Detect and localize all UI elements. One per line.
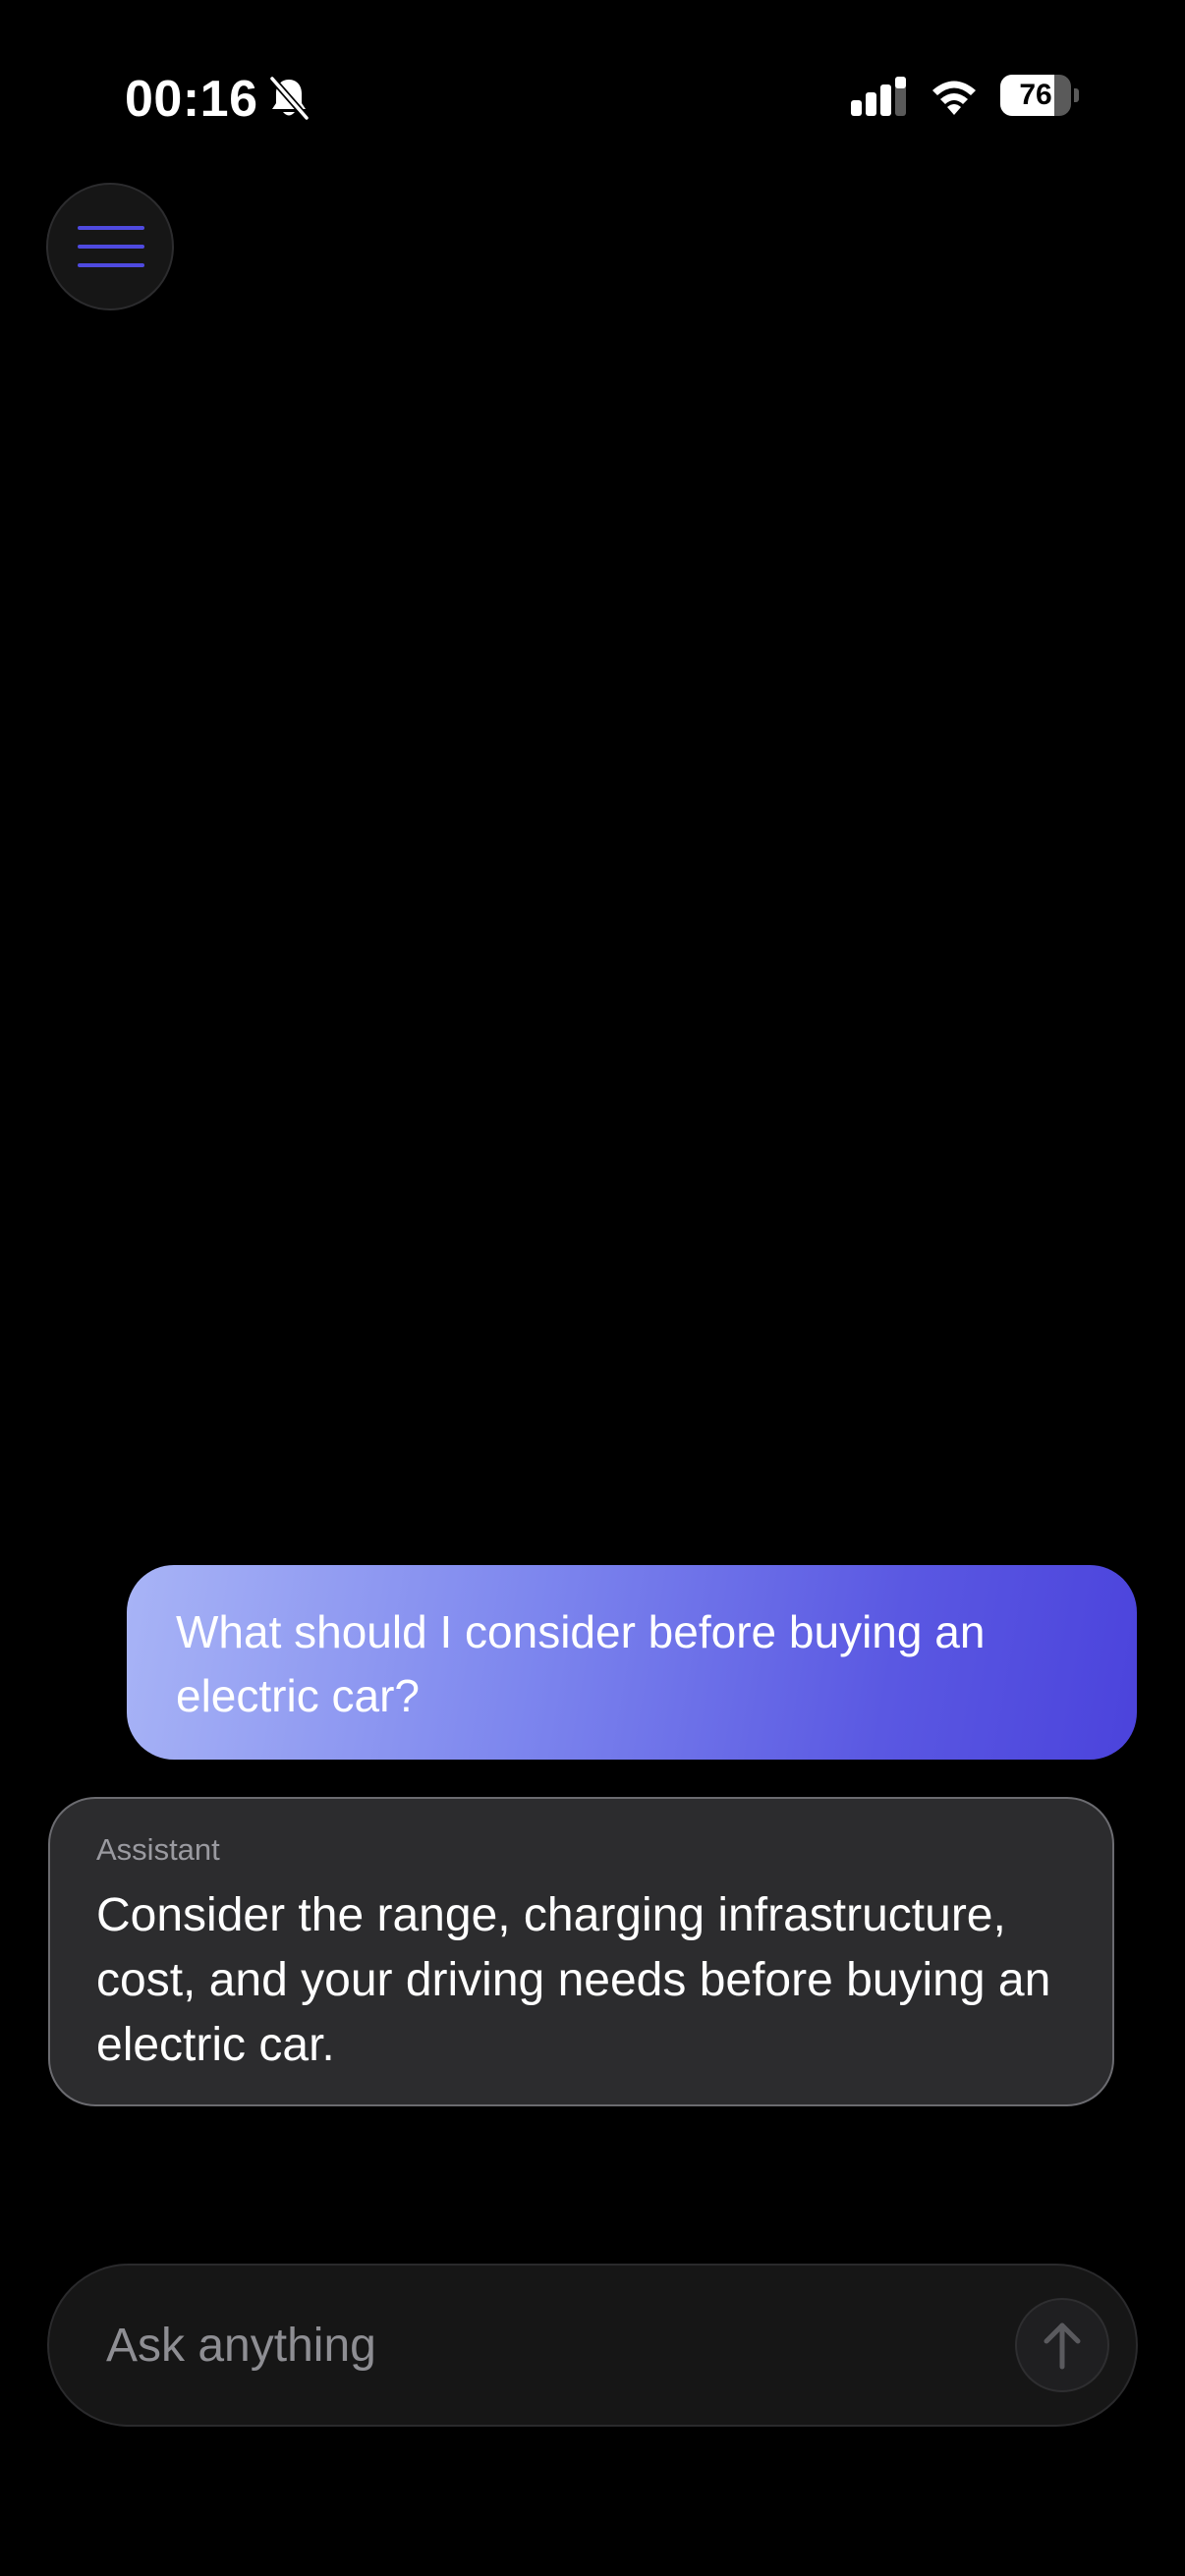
battery-cap	[1074, 88, 1079, 102]
wifi-icon	[932, 81, 976, 115]
composer-bar	[47, 2264, 1138, 2427]
assistant-message-bubble: Assistant Consider the range, charging i…	[48, 1797, 1114, 2106]
assistant-message-text: Consider the range, charging infrastruct…	[96, 1889, 1051, 2071]
battery-icon: 76	[1000, 75, 1079, 116]
status-bar: 00:16 76	[0, 0, 1185, 187]
message-input[interactable]	[106, 2266, 990, 2425]
user-message-bubble: What should I consider before buying an …	[127, 1565, 1137, 1760]
send-button[interactable]	[1015, 2298, 1109, 2392]
chat-screen: 00:16 76 What should I consider before b…	[0, 0, 1185, 2576]
menu-button[interactable]	[46, 183, 174, 310]
hamburger-menu-icon	[78, 226, 144, 267]
battery-body: 76	[1000, 75, 1071, 116]
battery-percent: 76	[1019, 79, 1052, 111]
bell-slash-icon	[268, 76, 310, 121]
arrow-up-icon	[1044, 2323, 1081, 2370]
cellular-signal-icon	[851, 77, 906, 116]
assistant-label: Assistant	[96, 1832, 220, 1867]
status-time: 00:16	[125, 71, 258, 128]
